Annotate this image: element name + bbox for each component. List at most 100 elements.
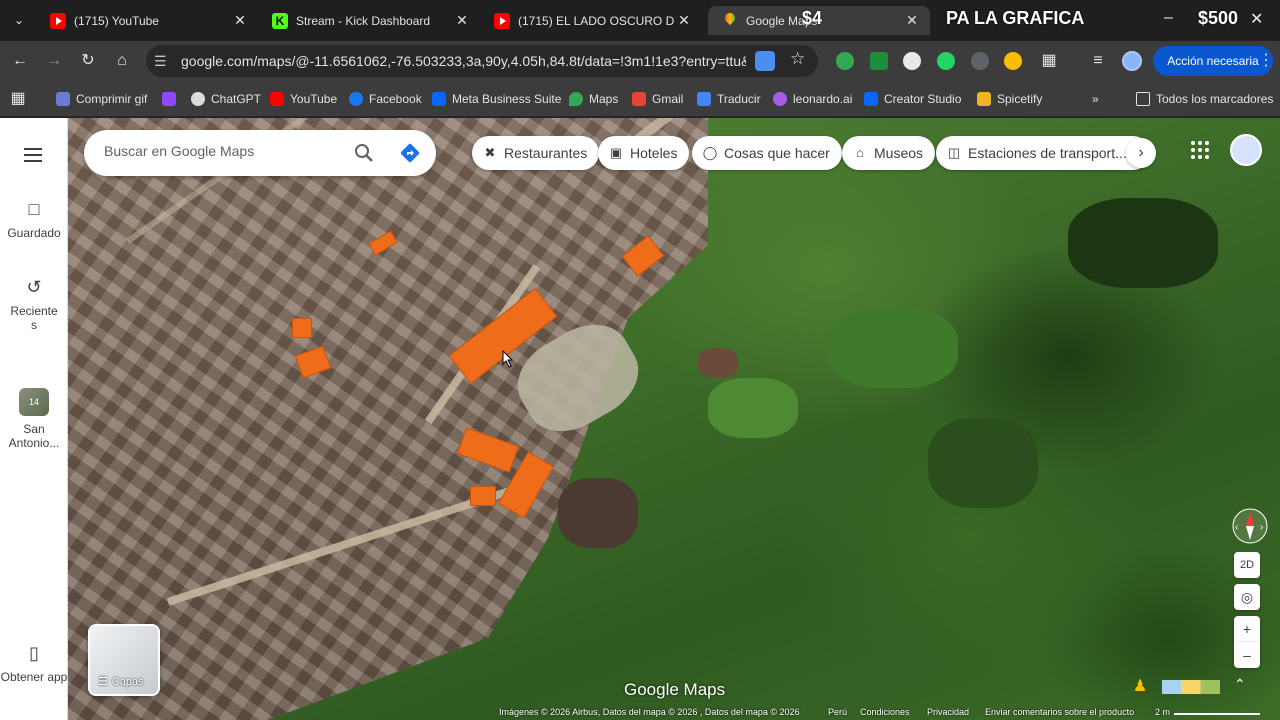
overlay-title: PA LA GRAFICA: [946, 8, 1085, 28]
field-patch: [928, 418, 1038, 508]
train-icon: ◫: [947, 145, 961, 160]
bookmark-traducir[interactable]: Traducir: [697, 90, 761, 108]
view-2d-button[interactable]: 2D: [1234, 552, 1260, 578]
tab-search-chevron-icon[interactable]: ⌄: [8, 9, 30, 31]
satellite-map[interactable]: ✖ Restaurantes ▣ Hoteles ◯ Cosas que hac…: [68, 118, 1280, 720]
search-icon[interactable]: [352, 141, 376, 165]
gmail-icon: [632, 92, 646, 106]
all-bookmarks-folder[interactable]: Todos los marcadores: [1136, 90, 1273, 108]
phone-icon: ▯: [29, 643, 39, 663]
camera-icon: ◯: [702, 145, 718, 160]
chip-things-to-do[interactable]: ◯ Cosas que hacer: [692, 136, 842, 170]
install-app-icon[interactable]: [755, 51, 775, 71]
extension-whatsapp-icon[interactable]: [937, 52, 955, 70]
maps-side-rail: □ Guardado ↺ Recientes 14 San Antonio...…: [0, 118, 68, 720]
close-tab-icon[interactable]: ✕: [902, 12, 922, 29]
bookmark-comprimir-gif[interactable]: Comprimir gif: [56, 90, 147, 108]
reload-icon[interactable]: ↻: [76, 49, 100, 73]
bookmark-creator-studio[interactable]: Creator Studio: [864, 90, 961, 108]
folder-icon: [1136, 92, 1150, 106]
meta-icon: [432, 92, 446, 106]
close-tab-icon[interactable]: ✕: [452, 12, 472, 29]
pegman-icon[interactable]: ♟: [1130, 676, 1150, 698]
bookmark-twitch[interactable]: [162, 90, 182, 108]
chips-next-chevron-icon[interactable]: ›: [1126, 138, 1156, 168]
forward-arrow-icon[interactable]: →: [42, 49, 66, 73]
google-maps-watermark: Google Maps: [624, 680, 726, 699]
site-info-icon[interactable]: ☰: [154, 53, 167, 70]
menu-hamburger-icon[interactable]: [24, 148, 42, 166]
zoom-in-icon[interactable]: +: [1234, 616, 1260, 642]
mouse-cursor-icon: [502, 350, 514, 368]
bookmark-meta-business[interactable]: Meta Business Suite: [432, 90, 561, 108]
extensions-puzzle-icon[interactable]: ▦: [1037, 49, 1061, 73]
imagery-credit: Imágenes © 2026 Airbus, Datos del mapa ©…: [499, 707, 800, 717]
rail-get-app[interactable]: ▯ Obtener app: [0, 642, 68, 684]
extension-chrome-icon[interactable]: [1004, 52, 1022, 70]
scale-label[interactable]: 2 m: [1155, 707, 1170, 717]
bookmark-youtube[interactable]: YouTube: [270, 90, 337, 108]
extension-diamond-icon[interactable]: [903, 52, 921, 70]
imagery-thumbnails[interactable]: [1162, 680, 1220, 694]
terms-link[interactable]: Condiciones: [860, 707, 910, 717]
youtube-icon: [50, 12, 66, 29]
youtube-icon: [494, 12, 510, 29]
zoom-out-icon[interactable]: –: [1234, 642, 1260, 668]
rail-recent-place[interactable]: 14 San Antonio...: [0, 388, 68, 450]
bookmark-facebook[interactable]: Facebook: [349, 90, 422, 108]
reading-list-icon[interactable]: ≡: [1086, 49, 1110, 73]
window-close-icon[interactable]: ✕: [1250, 9, 1263, 29]
bookmark-star-icon[interactable]: ☆: [790, 49, 805, 69]
feedback-link[interactable]: Enviar comentarios sobre el producto: [985, 707, 1134, 717]
google-maps-icon: [722, 13, 738, 29]
my-location-icon[interactable]: ◎: [1234, 584, 1260, 610]
tab-title: (1715) EL LADO OSCURO DE LO: [518, 13, 674, 28]
bookmark-maps[interactable]: Maps: [569, 90, 618, 108]
rail-recent[interactable]: ↺ Recientes: [0, 276, 68, 332]
account-avatar[interactable]: [1230, 134, 1262, 166]
tab-title: Google Maps: [746, 13, 818, 28]
privacy-link[interactable]: Privacidad: [927, 707, 969, 717]
back-arrow-icon[interactable]: ←: [8, 49, 32, 73]
tab-youtube-video[interactable]: (1715) EL LADO OSCURO DE LO ✕: [480, 6, 702, 35]
directions-icon[interactable]: [398, 141, 422, 165]
chip-transit-stations[interactable]: ◫ Estaciones de transport...: [936, 136, 1150, 170]
tab-kick[interactable]: K Stream - Kick Dashboard ✕: [258, 6, 480, 35]
extension-download-icon[interactable]: [870, 52, 888, 70]
bookmarks-bar: ▦ Comprimir gif ChatGPT YouTube Facebook…: [0, 81, 1280, 117]
rail-saved[interactable]: □ Guardado: [0, 198, 68, 240]
map-footer: Imágenes © 2026 Airbus, Datos del mapa ©…: [68, 706, 1280, 720]
bookmark-gmail[interactable]: Gmail: [632, 90, 683, 108]
layers-label: ☰ Capas: [98, 675, 144, 689]
bookmark-spicetify[interactable]: Spicetify: [977, 90, 1042, 108]
chip-hotels[interactable]: ▣ Hoteles: [598, 136, 690, 170]
apps-grid-icon[interactable]: ▦: [6, 87, 30, 111]
close-tab-icon[interactable]: ✕: [230, 12, 250, 29]
tab-youtube[interactable]: (1715) YouTube ✕: [36, 6, 258, 35]
url-text[interactable]: google.com/maps/@-11.6561062,-76.503233,…: [181, 53, 746, 69]
home-icon[interactable]: ⌂: [110, 49, 134, 73]
close-tab-icon[interactable]: ✕: [674, 12, 694, 29]
address-bar[interactable]: ☰ google.com/maps/@-11.6561062,-76.50323…: [146, 45, 818, 77]
google-apps-icon[interactable]: [1190, 140, 1210, 160]
minimize-icon[interactable]: –: [1164, 9, 1173, 27]
bookmark-leonardo[interactable]: leonardo.ai: [773, 90, 852, 108]
more-bookmarks-chevron-icon[interactable]: »: [1092, 90, 1099, 108]
field-patch: [828, 308, 958, 388]
field-patch: [1068, 198, 1218, 288]
twitch-icon: [162, 92, 176, 106]
profile-avatar-icon[interactable]: [1122, 51, 1142, 71]
chip-restaurants[interactable]: ✖ Restaurantes: [472, 136, 600, 170]
browser-menu-icon[interactable]: ⋮: [1254, 49, 1278, 73]
town-area: [68, 118, 708, 720]
chip-museums[interactable]: ⌂ Museos: [842, 136, 936, 170]
compass-icon[interactable]: ‹ ›: [1232, 508, 1268, 544]
expand-chevron-icon[interactable]: ⌃: [1234, 676, 1246, 693]
extension-camera-icon[interactable]: [971, 52, 989, 70]
extension-add-icon[interactable]: [836, 52, 854, 70]
search-input[interactable]: [104, 143, 344, 159]
layers-stack-icon: ☰: [98, 676, 108, 688]
country-link[interactable]: Perú: [828, 707, 847, 717]
bookmark-chatgpt[interactable]: ChatGPT: [191, 90, 261, 108]
layers-button[interactable]: ☰ Capas: [88, 624, 160, 696]
